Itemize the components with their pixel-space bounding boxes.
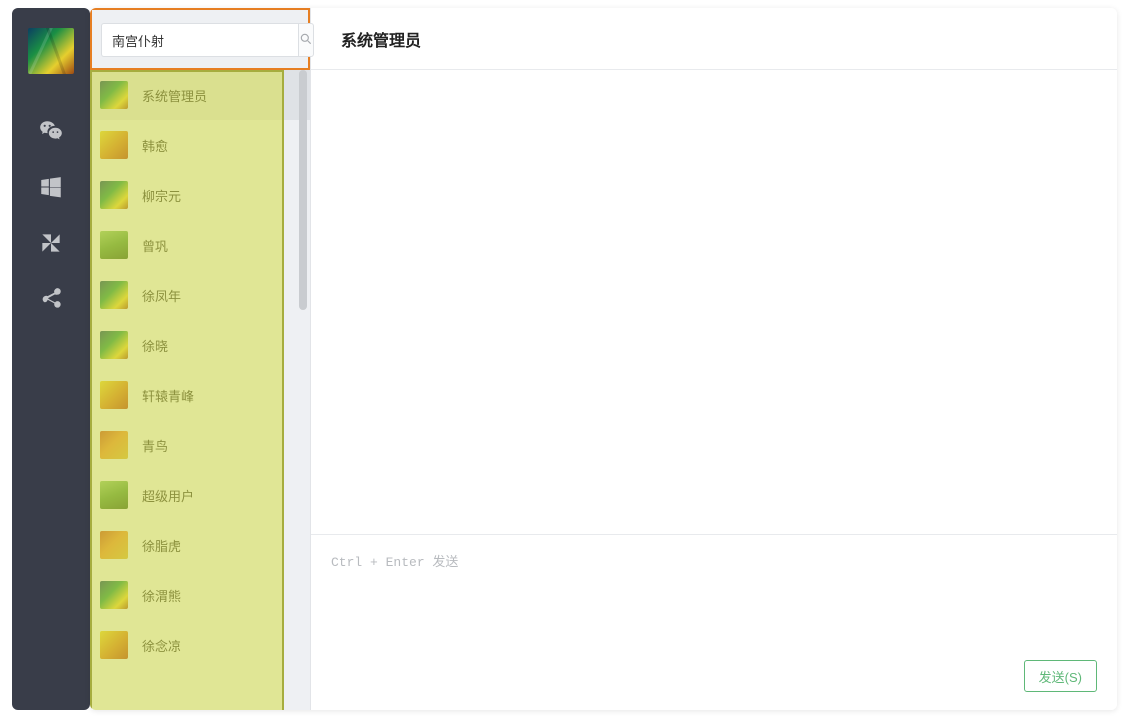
chat-pane: 系统管理员 Ctrl + Enter 发送 发送(S) [311,8,1117,710]
main-panel: 系统管理员韩愈柳宗元曾巩徐凤年徐晓轩辕青峰青鸟超级用户徐脂虎徐渭熊徐念凉 系统管… [90,8,1117,710]
contact-avatar [100,381,128,409]
compose-hint: Ctrl + Enter 发送 [331,551,1097,570]
current-user-avatar[interactable] [28,28,74,74]
contact-avatar [100,81,128,109]
search-button[interactable] [298,23,314,57]
contact-avatar [100,331,128,359]
contact-item[interactable]: 韩愈 [90,120,310,170]
contact-name: 柳宗元 [142,186,181,205]
contact-item[interactable]: 徐晓 [90,320,310,370]
wechat-icon [38,118,64,147]
app-root: 系统管理员韩愈柳宗元曾巩徐凤年徐晓轩辕青峰青鸟超级用户徐脂虎徐渭熊徐念凉 系统管… [0,0,1133,723]
share-icon [38,286,64,315]
contact-avatar [100,131,128,159]
contact-list-scroll[interactable]: 系统管理员韩愈柳宗元曾巩徐凤年徐晓轩辕青峰青鸟超级用户徐脂虎徐渭熊徐念凉 [90,70,310,710]
contact-item[interactable]: 徐脂虎 [90,520,310,570]
contact-item[interactable]: 徐念凉 [90,620,310,670]
chat-compose[interactable]: Ctrl + Enter 发送 发送(S) [311,534,1117,710]
left-nav [12,8,90,710]
contact-avatar [100,281,128,309]
contact-avatar [100,481,128,509]
chat-header: 系统管理员 [311,8,1117,70]
contact-avatar [100,431,128,459]
contact-avatar [100,181,128,209]
contact-name: 徐渭熊 [142,586,181,605]
contact-item[interactable]: 青鸟 [90,420,310,470]
contact-name: 轩辕青峰 [142,386,194,405]
contact-item[interactable]: 超级用户 [90,470,310,520]
contact-name: 青鸟 [142,436,168,455]
contact-avatar [100,581,128,609]
nav-windows[interactable] [12,160,90,216]
windows-icon [38,174,64,203]
contact-list: 系统管理员韩愈柳宗元曾巩徐凤年徐晓轩辕青峰青鸟超级用户徐脂虎徐渭熊徐念凉 [90,70,310,670]
contact-avatar [100,631,128,659]
contact-item[interactable]: 系统管理员 [90,70,310,120]
nav-pinwheel[interactable] [12,216,90,272]
contact-name: 曾巩 [142,236,168,255]
chat-messages[interactable] [311,70,1117,534]
contact-avatar [100,231,128,259]
contact-name: 徐凤年 [142,286,181,305]
chat-title: 系统管理员 [341,27,421,51]
contact-item[interactable]: 曾巩 [90,220,310,270]
contact-name: 系统管理员 [142,86,207,105]
contact-item[interactable]: 徐凤年 [90,270,310,320]
send-button[interactable]: 发送(S) [1024,660,1097,692]
nav-wechat[interactable] [12,104,90,160]
search-input[interactable] [101,23,298,57]
contact-name: 徐晓 [142,336,168,355]
contact-name: 徐念凉 [142,636,181,655]
contact-name: 韩愈 [142,136,168,155]
search-bar [90,8,310,70]
pinwheel-icon [38,230,64,259]
contact-item[interactable]: 徐渭熊 [90,570,310,620]
contact-item[interactable]: 轩辕青峰 [90,370,310,420]
contact-item[interactable]: 柳宗元 [90,170,310,220]
search-icon [299,32,313,49]
nav-share[interactable] [12,272,90,328]
contact-avatar [100,531,128,559]
contact-name: 徐脂虎 [142,536,181,555]
contact-column: 系统管理员韩愈柳宗元曾巩徐凤年徐晓轩辕青峰青鸟超级用户徐脂虎徐渭熊徐念凉 [90,8,311,710]
contact-name: 超级用户 [142,486,194,505]
